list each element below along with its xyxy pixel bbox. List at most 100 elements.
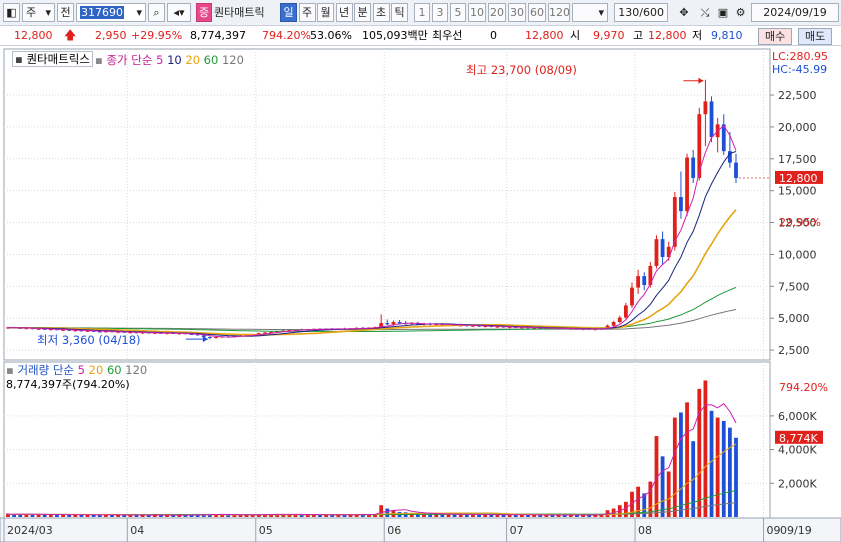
candle-body	[611, 322, 616, 326]
interval-tab-30[interactable]: 30	[508, 3, 526, 22]
price-change-pct: +29.95%	[131, 29, 183, 42]
crosshair-icon[interactable]: ✥	[673, 3, 695, 22]
price-tick-label: 22,500	[778, 89, 817, 102]
period-tab-0[interactable]: 일	[280, 3, 297, 22]
speaker-icon[interactable]: ◂▾	[167, 3, 191, 22]
volume-bar	[489, 514, 494, 517]
volume-tick-label: 4,000K	[778, 444, 817, 457]
price-change: 2,950	[95, 29, 127, 42]
month-label: 2024/03	[7, 524, 53, 537]
stock-code-input[interactable]: 317690 ▾	[76, 3, 146, 22]
candle-body	[642, 276, 647, 286]
candle-body	[263, 332, 267, 334]
candle-body	[636, 276, 641, 288]
candle-body	[630, 287, 634, 306]
candle-body	[654, 239, 659, 266]
vol-ma20-label: 20	[88, 363, 104, 377]
search-icon[interactable]: ⌕	[148, 3, 165, 22]
volume-bar	[471, 514, 475, 517]
volume-tick-label: 2,000K	[778, 477, 817, 490]
save-icon[interactable]: ▣	[715, 3, 731, 22]
gear-icon[interactable]: ⚙	[732, 3, 749, 22]
toolbar: ◧ 주 ▾ 전 317690 ▾ ⌕ ◂▾ 증 퀀타매트릭 일주월년분초틱 1351…	[0, 0, 841, 26]
vol-ma120-label: 120	[125, 363, 148, 377]
interval-tab-3[interactable]: 3	[432, 3, 448, 22]
stock-name-legend: ▪ 퀀타매트릭스	[12, 51, 93, 67]
chart-menu-icon[interactable]: ◧	[3, 3, 20, 22]
candle-body	[691, 157, 696, 178]
legend-square-icon: ▪	[6, 363, 14, 377]
volume-bar	[715, 417, 720, 517]
stock-badge: 증	[196, 3, 212, 22]
candle-body	[385, 323, 390, 325]
month-label: 07	[510, 524, 524, 537]
vol-ma5-label: 5	[77, 363, 85, 377]
market-select[interactable]: 주 ▾	[22, 3, 55, 22]
volume-bar	[734, 437, 738, 517]
low-label: 저	[692, 29, 703, 42]
sell-button[interactable]: 매도	[798, 28, 833, 45]
low-price: 9,810	[711, 29, 743, 42]
buy-button[interactable]: 매수	[758, 28, 793, 45]
high-label: 고	[633, 29, 644, 42]
last-volume-pct: 794.20%	[779, 381, 828, 394]
interval-dropdown[interactable]: ▾	[572, 3, 608, 22]
ma60-label: 60	[203, 53, 219, 67]
volume-tick-label: 6,000K	[778, 410, 817, 423]
candle-body	[623, 305, 628, 318]
candle-body	[734, 162, 738, 178]
period-tab-2[interactable]: 월	[317, 3, 334, 22]
chart-area[interactable]: 2,500 5,000 7,500 10,000 12,500 15,000 17,500 2…	[0, 47, 841, 542]
interval-tab-120[interactable]: 120	[548, 3, 570, 22]
price-tick-label: 5,000	[778, 312, 810, 325]
date-field[interactable]: 2024/09/19	[751, 3, 839, 22]
period-tab-5[interactable]: 초	[372, 3, 390, 22]
interval-tab-5[interactable]: 5	[450, 3, 466, 22]
vol-ma60-label: 60	[106, 363, 122, 377]
priority-label: 최우선	[432, 29, 463, 42]
candle-body	[207, 337, 212, 339]
price-ma-label: 종가 단순	[106, 53, 153, 67]
chevron-down-icon: ▾	[136, 6, 142, 19]
price-ma-legend: ▪ 종가 단순 5 10 20 60 120	[95, 52, 244, 68]
month-label: 08	[638, 524, 652, 537]
period-tab-1[interactable]: 주	[298, 3, 316, 22]
period-tab-6[interactable]: 틱	[391, 3, 408, 22]
candle-body	[214, 337, 218, 339]
legend-square-icon: ▪	[15, 52, 23, 66]
volume-bar	[458, 514, 463, 517]
stock-chart[interactable]: 2,5005,0007,50010,00012,50015,00017,5002…	[0, 47, 841, 542]
stock-name: 퀀타매트릭	[214, 6, 265, 19]
volume-bar	[721, 420, 726, 517]
period-tab-4[interactable]: 분	[354, 3, 371, 22]
volume-bar	[703, 380, 708, 517]
candle-body	[685, 157, 689, 212]
volume-bar	[697, 388, 702, 517]
volume-bar	[385, 508, 390, 517]
price-tick-label: 17,500	[778, 153, 817, 166]
current-price: 12,800	[14, 29, 53, 42]
period-tab-3[interactable]: 년	[335, 3, 353, 22]
stock-name-legend-text: 퀀타매트릭스	[26, 52, 90, 66]
volume-bar	[379, 505, 384, 517]
interval-tab-20[interactable]: 20	[488, 3, 506, 22]
volume-bar	[623, 501, 628, 517]
interval-tab-1[interactable]: 1	[414, 3, 430, 22]
ma20-label: 20	[185, 53, 201, 67]
candle-body	[660, 239, 665, 257]
volume-bar	[672, 417, 677, 517]
hc-value: HC:-45.99	[772, 63, 828, 76]
last-price-pct: 29.95%	[779, 216, 821, 229]
count-input[interactable]: 130/600	[614, 3, 668, 22]
candle-body	[391, 322, 396, 325]
front-button[interactable]: 전	[57, 3, 74, 22]
month-label: 09/19	[780, 524, 812, 537]
interval-tab-10[interactable]: 10	[468, 3, 486, 22]
high-annotation: 최고 23,700 (08/09)	[466, 63, 577, 77]
lc-value: LC:280.95	[772, 50, 829, 63]
volume-total: 8,774,397주(794.20%)	[6, 378, 130, 391]
legend-square-icon: ▪	[95, 53, 103, 67]
interval-tab-60[interactable]: 60	[528, 3, 546, 22]
draw-tool-icon[interactable]: ⤯	[696, 3, 714, 22]
bid-price: 12,800	[525, 29, 564, 42]
